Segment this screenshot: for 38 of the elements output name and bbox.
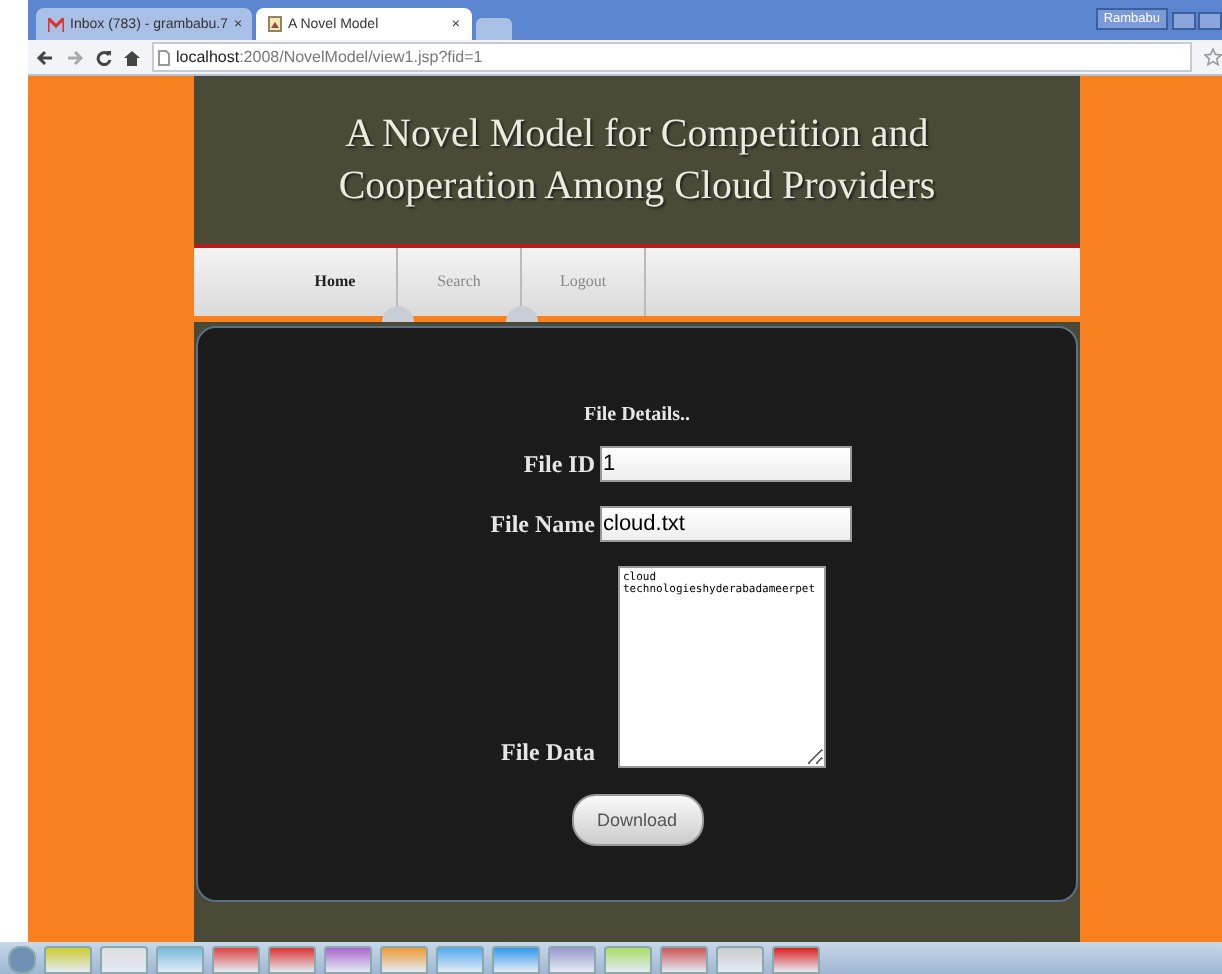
home-icon[interactable] — [124, 49, 140, 65]
page-icon — [268, 16, 282, 32]
nav-tab-notch — [506, 306, 538, 322]
field-label: File Data — [499, 738, 595, 768]
taskbar-button[interactable] — [44, 946, 92, 974]
taskbar-button[interactable] — [436, 946, 484, 974]
forward-icon[interactable] — [66, 49, 84, 65]
maximize-button[interactable] — [1198, 12, 1222, 30]
reload-icon[interactable] — [96, 49, 112, 65]
minimize-button[interactable] — [1172, 12, 1196, 30]
field-label: File Name — [488, 509, 595, 539]
url-text: localhost:2008/NovelModel/view1.jsp?fid=1 — [176, 48, 483, 66]
field-label: File ID — [521, 449, 595, 479]
taskbar-button[interactable] — [604, 946, 652, 974]
taskbar-button[interactable] — [156, 946, 204, 974]
taskbar-button[interactable] — [380, 946, 428, 974]
mail-icon — [48, 17, 64, 31]
new-tab-button[interactable] — [476, 18, 512, 40]
nav-tab-notch — [382, 306, 414, 322]
taskbar-button[interactable] — [492, 946, 540, 974]
star-icon[interactable] — [1204, 48, 1222, 66]
taskbar-button[interactable] — [716, 946, 764, 974]
page-icon — [158, 49, 170, 65]
text-field[interactable]: 1 — [599, 446, 851, 482]
download-button[interactable]: Download — [571, 794, 703, 846]
taskbar-button[interactable] — [268, 946, 316, 974]
start-button[interactable] — [8, 946, 36, 974]
taskbar-button[interactable] — [772, 946, 820, 974]
taskbar-button[interactable] — [212, 946, 260, 974]
taskbar-button[interactable] — [324, 946, 372, 974]
taskbar-button[interactable] — [100, 946, 148, 974]
site-title: A Novel Model for Competition and Cooperation Among Cloud Providers — [336, 110, 938, 212]
taskbar-button[interactable] — [660, 946, 708, 974]
address-field[interactable]: localhost:2008/NovelModel/view1.jsp?fid=1 — [152, 42, 1192, 72]
text-field[interactable]: cloud.txt — [599, 506, 851, 542]
form-heading: File Details.. — [583, 404, 691, 426]
back-icon[interactable] — [36, 49, 54, 65]
taskbar-button[interactable] — [548, 946, 596, 974]
